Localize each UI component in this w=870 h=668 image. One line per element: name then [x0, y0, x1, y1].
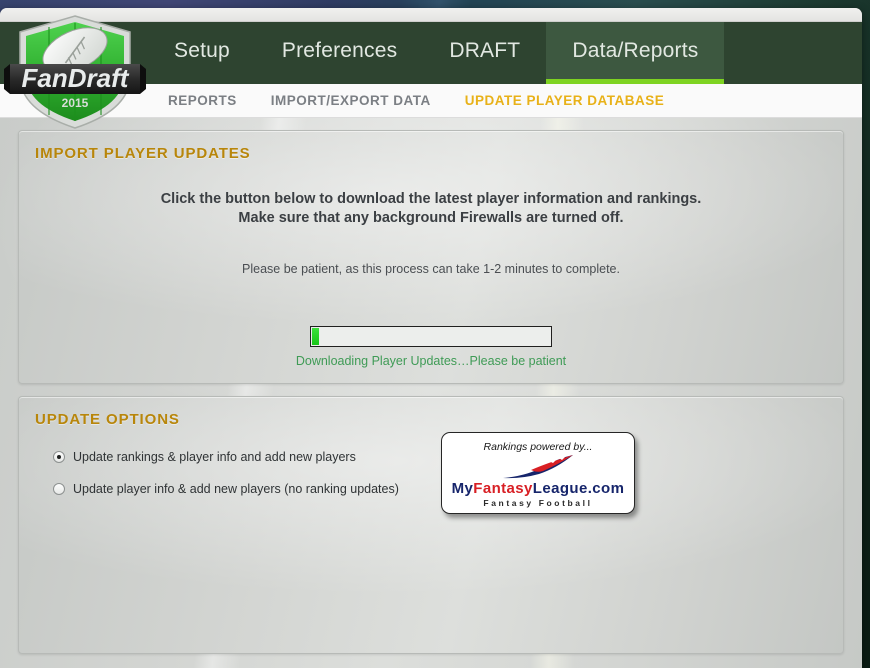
mfl-swoosh-icon [503, 454, 573, 478]
mfl-word-domain: .com [587, 479, 625, 497]
subnav-item-reports[interactable]: REPORTS [168, 93, 237, 108]
update-options-panel: UPDATE OPTIONS Update rankings & player … [18, 396, 844, 654]
nav-tab-data-reports[interactable]: Data/Reports [546, 22, 725, 84]
mfl-word-league: League [532, 479, 588, 497]
radio-option-update-rankings[interactable]: Update rankings & player info and add ne… [53, 450, 441, 464]
import-panel-title: IMPORT PLAYER UPDATES [35, 145, 251, 162]
nav-tab-setup[interactable]: Setup [148, 22, 256, 84]
update-options-radio-group: Update rankings & player info and add ne… [35, 450, 441, 514]
options-panel-title: UPDATE OPTIONS [35, 411, 180, 428]
nav-tab-draft-label: DRAFT [449, 38, 521, 62]
myfantasyleague-badge: Rankings powered by... MyFantasyLeague.c… [441, 432, 635, 514]
mfl-word-my: My [451, 479, 474, 497]
primary-navigation: FanDraft 2015 Setup Preferences DRAFT Da… [0, 15, 862, 129]
page-body: IMPORT PLAYER UPDATES Click the button b… [0, 118, 862, 668]
mfl-tagline: Rankings powered by... [483, 440, 593, 453]
instruction-line-1: Click the button below to download the l… [160, 191, 702, 207]
instruction-block: Click the button below to download the l… [35, 190, 827, 228]
subnav-item-import-export-data-label: IMPORT/EXPORT DATA [270, 93, 431, 108]
radio-icon-selected[interactable] [53, 451, 65, 463]
window-title-strip [0, 8, 862, 22]
options-row: Update rankings & player info and add ne… [35, 432, 827, 514]
nav-tab-preferences[interactable]: Preferences [256, 22, 423, 84]
nav-tab-data-reports-label: Data/Reports [572, 38, 699, 62]
nav-tab-setup-label: Setup [174, 38, 230, 62]
mfl-subtitle: Fantasy Football [483, 497, 593, 508]
secondary-navigation: REPORTS IMPORT/EXPORT DATA UPDATE PLAYER… [0, 84, 862, 118]
progress-area: Downloading Player Updates…Please be pat… [35, 326, 827, 368]
radio-option-update-player-info-only[interactable]: Update player info & add new players (no… [53, 482, 441, 496]
subnav-item-import-export-data[interactable]: IMPORT/EXPORT DATA [271, 93, 431, 108]
radio-option-update-rankings-label: Update rankings & player info and add ne… [73, 450, 356, 464]
nav-tab-preferences-label: Preferences [281, 38, 398, 62]
subnav-item-reports-label: REPORTS [168, 93, 237, 108]
mfl-word-fantasy: Fantasy [473, 479, 533, 497]
download-status-text: Downloading Player Updates…Please be pat… [295, 354, 567, 368]
download-progress-fill [312, 328, 319, 345]
import-player-updates-panel: IMPORT PLAYER UPDATES Click the button b… [18, 130, 844, 384]
instruction-line-2: Make sure that any background Firewalls … [238, 210, 624, 226]
subnav-item-update-player-database[interactable]: UPDATE PLAYER DATABASE [465, 93, 665, 108]
radio-icon-unselected[interactable] [53, 483, 65, 495]
application-window: FanDraft 2015 Setup Preferences DRAFT Da… [0, 8, 862, 668]
mfl-wordmark: MyFantasyLeague.com [452, 481, 625, 496]
patience-note: Please be patient, as this process can t… [242, 262, 620, 276]
desktop-background: FanDraft 2015 Setup Preferences DRAFT Da… [0, 0, 870, 668]
download-progress-bar [310, 326, 552, 347]
radio-option-update-player-info-only-label: Update player info & add new players (no… [73, 482, 399, 496]
nav-tab-draft[interactable]: DRAFT [423, 22, 546, 84]
subnav-item-update-player-database-label: UPDATE PLAYER DATABASE [464, 93, 665, 108]
